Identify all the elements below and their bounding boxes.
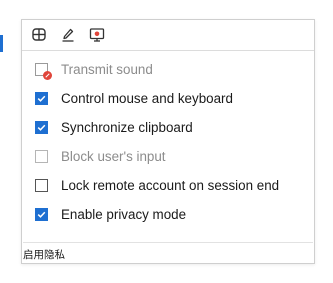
menu-item-label: Enable privacy mode — [61, 207, 187, 222]
status-tooltip: 启用隐私 — [23, 242, 313, 262]
pen-toolbar-button[interactable] — [57, 24, 79, 46]
menu-item-label: Lock remote account on session end — [61, 178, 280, 193]
toolbar — [22, 20, 314, 51]
checked-checkbox-icon[interactable] — [35, 208, 48, 221]
screen-record-icon — [89, 28, 105, 42]
monitor-cross-icon — [32, 28, 46, 41]
menu-item-enable-privacy-mode[interactable]: Enable privacy mode — [22, 200, 314, 229]
menu-item-synchronize-clipboard[interactable]: Synchronize clipboard — [22, 113, 314, 142]
menu-item-lock-remote-account[interactable]: Lock remote account on session end — [22, 171, 314, 200]
unchecked-checkbox-icon[interactable] — [35, 150, 48, 163]
display-settings-menu: Transmit sound Control mouse and keyboar… — [21, 19, 315, 264]
accent-indicator — [0, 35, 3, 52]
menu-item-label: Synchronize clipboard — [61, 120, 193, 135]
menu-item-label: Control mouse and keyboard — [61, 91, 233, 106]
checked-checkbox-icon[interactable] — [35, 121, 48, 134]
menu-item-transmit-sound[interactable]: Transmit sound — [22, 55, 314, 84]
menu-item-label: Block user's input — [61, 149, 166, 164]
checked-checkbox-icon[interactable] — [35, 92, 48, 105]
menu-item-block-user-input[interactable]: Block user's input — [22, 142, 314, 171]
unchecked-checkbox-icon[interactable] — [35, 179, 48, 192]
pen-icon — [62, 28, 74, 42]
menu-item-control-mouse-keyboard[interactable]: Control mouse and keyboard — [22, 84, 314, 113]
screen-record-toolbar-button[interactable] — [86, 24, 108, 46]
blocked-checkbox-icon — [35, 63, 52, 80]
options-menu: Transmit sound Control mouse and keyboar… — [22, 51, 314, 229]
menu-item-label: Transmit sound — [61, 62, 153, 77]
display-toolbar-button[interactable] — [28, 24, 50, 46]
